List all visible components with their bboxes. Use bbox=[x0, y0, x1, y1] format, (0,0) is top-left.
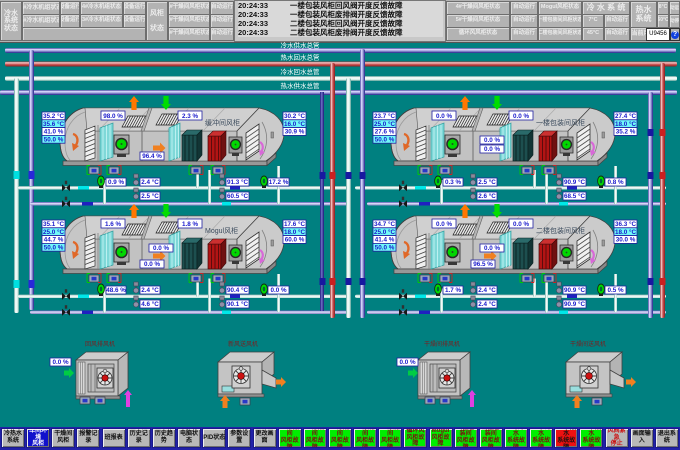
svg-text:0.9 %: 0.9 % bbox=[108, 179, 125, 186]
svg-text:41.0 %: 41.0 % bbox=[44, 129, 64, 136]
svg-text:44.7 %: 44.7 % bbox=[44, 237, 64, 244]
svg-text:96.5 %: 96.5 % bbox=[473, 261, 493, 268]
svg-text:60.5 °C: 60.5 °C bbox=[227, 192, 249, 200]
svg-text:1.6 %: 1.6 % bbox=[105, 221, 122, 228]
svg-text:98.0 %: 98.0 % bbox=[103, 113, 123, 120]
svg-text:50.0 %: 50.0 % bbox=[375, 136, 395, 143]
svg-text:4.6 °C: 4.6 °C bbox=[141, 300, 159, 308]
svg-text:2.6 °C: 2.6 °C bbox=[478, 192, 496, 200]
svg-text:41.4 %: 41.4 % bbox=[375, 237, 395, 244]
svg-text:36.3 °C: 36.3 °C bbox=[615, 220, 637, 228]
svg-text:90.4 °C: 90.4 °C bbox=[227, 286, 249, 294]
svg-text:0.5 %: 0.5 % bbox=[607, 287, 624, 294]
svg-text:50.0 %: 50.0 % bbox=[44, 244, 64, 251]
svg-text:30.9 %: 30.9 % bbox=[285, 129, 305, 136]
svg-text:27.4 °C: 27.4 °C bbox=[615, 112, 637, 120]
svg-text:2.4 °C: 2.4 °C bbox=[478, 286, 496, 294]
svg-text:17.6 °C: 17.6 °C bbox=[284, 220, 306, 228]
svg-text:0.8 %: 0.8 % bbox=[607, 179, 624, 186]
svg-text:0.0 %: 0.0 % bbox=[513, 221, 530, 228]
svg-text:0.0 %: 0.0 % bbox=[436, 221, 453, 228]
svg-text:25.0 °C: 25.0 °C bbox=[374, 228, 396, 236]
svg-text:34.7 °C: 34.7 °C bbox=[374, 220, 396, 228]
svg-text:25.0 °C: 25.0 °C bbox=[43, 228, 65, 236]
svg-text:35.2 °C: 35.2 °C bbox=[43, 112, 65, 120]
svg-text:30.2 °C: 30.2 °C bbox=[284, 112, 306, 120]
svg-text:新风送风机: 新风送风机 bbox=[228, 340, 258, 348]
svg-text:30.0 %: 30.0 % bbox=[616, 237, 636, 244]
svg-text:0.0 %: 0.0 % bbox=[270, 287, 287, 294]
svg-text:27.6 %: 27.6 % bbox=[375, 129, 395, 136]
svg-text:0.0 %: 0.0 % bbox=[399, 359, 416, 366]
svg-text:0.0 %: 0.0 % bbox=[144, 261, 161, 268]
svg-text:68.5 °C: 68.5 °C bbox=[564, 192, 586, 200]
svg-text:90.9 °C: 90.9 °C bbox=[564, 286, 586, 294]
svg-text:0.0 %: 0.0 % bbox=[52, 359, 69, 366]
svg-text:1.7 %: 1.7 % bbox=[445, 287, 462, 294]
svg-text:2.3 %: 2.3 % bbox=[182, 113, 199, 120]
svg-text:90.9 °C: 90.9 °C bbox=[564, 300, 586, 308]
svg-text:2.4 °C: 2.4 °C bbox=[478, 300, 496, 308]
svg-text:18.0 °C: 18.0 °C bbox=[284, 228, 306, 236]
svg-text:35.1 °C: 35.1 °C bbox=[43, 220, 65, 228]
svg-text:2.4 °C: 2.4 °C bbox=[141, 178, 159, 186]
svg-text:17.2 %: 17.2 % bbox=[269, 179, 289, 186]
svg-text:2.5 °C: 2.5 °C bbox=[478, 178, 496, 186]
svg-text:0.0 %: 0.0 % bbox=[484, 137, 501, 144]
svg-text:50.0 %: 50.0 % bbox=[44, 136, 64, 143]
svg-text:冷水供水总管: 冷水供水总管 bbox=[281, 41, 321, 50]
svg-text:0.0 %: 0.0 % bbox=[436, 113, 453, 120]
svg-text:0.0 %: 0.0 % bbox=[484, 245, 501, 252]
svg-text:23.7 °C: 23.7 °C bbox=[374, 112, 396, 120]
svg-text:90.9 °C: 90.9 °C bbox=[564, 178, 586, 186]
svg-text:干燥间送风机: 干燥间送风机 bbox=[570, 340, 606, 348]
svg-text:60.0 %: 60.0 % bbox=[285, 237, 305, 244]
svg-text:二楼包装间风柜: 二楼包装间风柜 bbox=[536, 226, 585, 235]
svg-text:0.0 %: 0.0 % bbox=[513, 113, 530, 120]
svg-text:一楼包装间风柜: 一楼包装间风柜 bbox=[536, 118, 585, 127]
svg-text:冷水回水总管: 冷水回水总管 bbox=[281, 67, 321, 76]
svg-text:18.0 °C: 18.0 °C bbox=[615, 228, 637, 236]
svg-text:热水回水总管: 热水回水总管 bbox=[281, 53, 321, 62]
svg-text:0.3 %: 0.3 % bbox=[445, 179, 462, 186]
svg-text:干燥间排风机: 干燥间排风机 bbox=[424, 340, 460, 348]
svg-text:缓冲间风柜: 缓冲间风柜 bbox=[205, 118, 240, 127]
svg-text:91.3 °C: 91.3 °C bbox=[227, 178, 249, 186]
svg-text:2.5 °C: 2.5 °C bbox=[141, 192, 159, 200]
svg-text:96.4 %: 96.4 % bbox=[142, 153, 162, 160]
svg-text:0.0 %: 0.0 % bbox=[153, 245, 170, 252]
svg-text:16.0 °C: 16.0 °C bbox=[284, 120, 306, 128]
svg-text:回风排风机: 回风排风机 bbox=[85, 340, 115, 348]
svg-text:18.0 °C: 18.0 °C bbox=[615, 120, 637, 128]
svg-text:35.2 %: 35.2 % bbox=[616, 129, 636, 136]
svg-text:48.6 %: 48.6 % bbox=[106, 287, 126, 294]
svg-text:2.4 °C: 2.4 °C bbox=[141, 286, 159, 294]
svg-text:Mogul风柜: Mogul风柜 bbox=[205, 226, 238, 235]
svg-text:0.0 %: 0.0 % bbox=[484, 146, 501, 153]
svg-text:35.6 °C: 35.6 °C bbox=[43, 120, 65, 128]
svg-text:热水供水总管: 热水供水总管 bbox=[281, 81, 321, 90]
svg-text:25.0 °C: 25.0 °C bbox=[374, 120, 396, 128]
svg-text:1.8 %: 1.8 % bbox=[182, 221, 199, 228]
svg-text:50.0 %: 50.0 % bbox=[375, 244, 395, 251]
svg-text:90.1 °C: 90.1 °C bbox=[227, 300, 249, 308]
